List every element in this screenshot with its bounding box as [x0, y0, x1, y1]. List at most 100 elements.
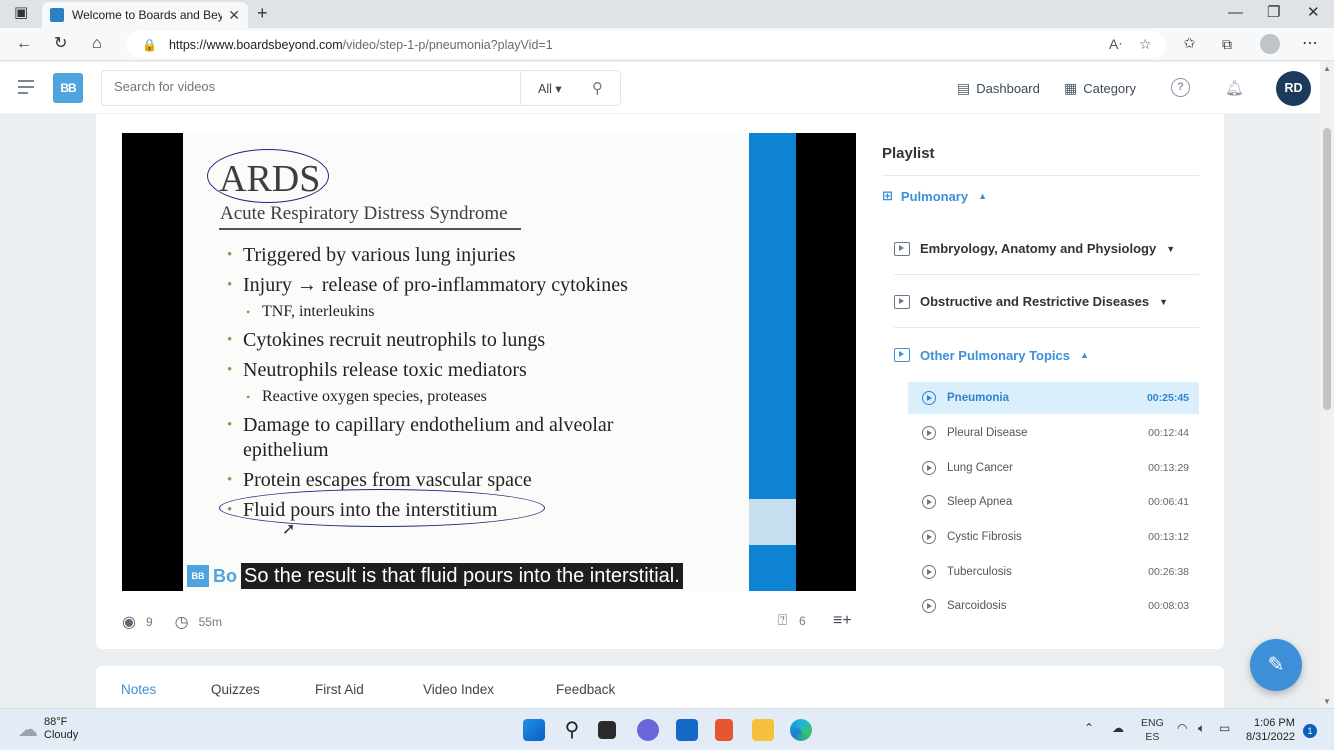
favorite-star-icon[interactable]: ☆ — [1139, 36, 1152, 53]
favicon-icon — [50, 8, 64, 22]
notification-bell-icon[interactable]: 🔔︎ — [1225, 79, 1244, 97]
playlist-video[interactable]: Cystic Fibrosis 00:13:12 — [908, 521, 1199, 553]
minimize-icon[interactable]: — — [1228, 5, 1243, 21]
url-host: https://www.boardsbeyond.com — [168, 37, 343, 52]
browser-tab[interactable]: Welcome to Boards and Beyond ✕ — [42, 2, 248, 28]
scroll-thumb[interactable] — [1323, 128, 1331, 410]
video-duration: 00:26:38 — [1148, 566, 1189, 578]
chat-icon[interactable] — [637, 719, 659, 741]
duration: ◷ 55m — [175, 612, 222, 632]
video-title: Cystic Fibrosis — [947, 531, 1022, 543]
scroll-up-icon[interactable]: ▲ — [1323, 64, 1331, 73]
playlist-video[interactable]: Sarcoidosis 00:08:03 — [908, 590, 1199, 622]
tab-notes[interactable]: Notes — [121, 682, 156, 697]
playlist-video[interactable]: Lung Cancer 00:13:29 — [908, 452, 1199, 484]
caption-text: So the result is that fluid pours into t… — [241, 563, 683, 589]
scroll-down-icon[interactable]: ▼ — [1323, 697, 1331, 706]
url-path: /video/step-1-p/pneumonia?playVid=1 — [342, 37, 553, 52]
maximize-icon[interactable]: ❐ — [1267, 5, 1280, 21]
questions-value: 6 — [799, 613, 806, 628]
collections-icon[interactable]: ⧉ — [1222, 35, 1232, 53]
dashboard-link[interactable]: ▤ Dashboard — [957, 80, 1040, 97]
tab-feedback[interactable]: Feedback — [556, 682, 615, 697]
read-aloud-icon[interactable]: Aᐧ — [1109, 36, 1122, 53]
start-icon[interactable] — [523, 719, 545, 741]
tab-first-aid[interactable]: First Aid — [315, 682, 364, 697]
task-view-icon[interactable] — [598, 721, 616, 739]
edge-browser-icon[interactable] — [790, 719, 812, 741]
tab-title: Welcome to Boards and Beyond — [72, 8, 223, 22]
video-stats: ◉ 9 ◷ 55m — [122, 612, 244, 632]
site-header: BB All ▾ ⚲ ▤ Dashboard ▦ Category ? 🔔︎ R… — [0, 62, 1320, 114]
help-icon[interactable]: ? — [1171, 78, 1190, 97]
playlist-section-active[interactable]: Other Pulmonary Topics ▲ — [894, 329, 1199, 381]
clock-time: 1:06 PM — [1253, 717, 1295, 729]
search-icon[interactable]: ⚲ — [561, 719, 583, 741]
tab-quizzes[interactable]: Quizzes — [211, 682, 260, 697]
video-duration: 00:13:29 — [1148, 462, 1189, 474]
menu-icon[interactable] — [18, 80, 34, 98]
volume-icon[interactable]: 🔈︎ — [1198, 721, 1205, 736]
playlist-video[interactable]: Sleep Apnea 00:06:41 — [908, 486, 1199, 518]
category-link[interactable]: ▦ Category — [1064, 80, 1136, 97]
store-icon[interactable] — [676, 719, 698, 741]
weather-condition: Cloudy — [44, 729, 79, 741]
section-label: Obstructive and Restrictive Diseases — [920, 294, 1150, 309]
weather-temp: 88°F — [44, 716, 68, 728]
avatar[interactable]: RD — [1276, 71, 1311, 106]
office-icon[interactable] — [715, 719, 733, 741]
wifi-icon[interactable]: ◠ — [1177, 721, 1187, 735]
system-clock[interactable]: 1:06 PM 8/31/2022 — [1246, 716, 1295, 744]
file-explorer-icon[interactable] — [752, 719, 774, 741]
refresh-icon[interactable]: ↻ — [54, 35, 67, 53]
caret-up-icon: ▲ — [978, 191, 988, 201]
eye-icon: ◉ — [122, 614, 136, 631]
address-field[interactable]: 🔒 https://www.boardsbeyond.com/video/ste… — [126, 31, 1166, 58]
playlist-section[interactable]: Obstructive and Restrictive Diseases ▼ — [894, 276, 1199, 328]
caption-logo: BB — [187, 565, 209, 587]
slide-bullet: Protein escapes from vascular space — [227, 468, 727, 493]
close-window-icon[interactable]: ✕ — [1307, 5, 1320, 21]
page-scrollbar[interactable]: ▲ ▼ — [1320, 62, 1334, 708]
tab-actions-icon[interactable]: ▣ — [14, 5, 28, 21]
language-indicator[interactable]: ENG ES — [1141, 716, 1164, 744]
playlist-video-selected[interactable]: Pneumonia 00:25:45 — [908, 382, 1199, 414]
questions-count[interactable]: ⍰ 6 — [778, 612, 806, 629]
playlist-video[interactable]: Pleural Disease 00:12:44 — [908, 417, 1199, 449]
tab-video-index[interactable]: Video Index — [423, 682, 494, 697]
notification-badge[interactable]: 1 — [1303, 724, 1317, 738]
back-icon[interactable]: ← — [16, 35, 32, 53]
add-to-playlist-icon[interactable]: ≡+ — [833, 612, 852, 630]
home-icon[interactable]: ⌂ — [92, 35, 102, 53]
playlist-topic-toggle[interactable]: ⊞ Pulmonary ▲ — [882, 188, 987, 204]
play-circle-icon — [922, 495, 936, 509]
region-code: ES — [1145, 731, 1160, 743]
weather-widget[interactable]: ☁ 88°F Cloudy — [18, 716, 78, 742]
close-tab-icon[interactable]: ✕ — [228, 7, 240, 24]
profile-icon[interactable] — [1260, 34, 1280, 54]
slide-accent-bar — [749, 133, 796, 591]
windows-taskbar: ☁ 88°F Cloudy ⚲ ⌃ ☁ ENG ES ◠ 🔈︎ ▭ 1:06 P… — [0, 708, 1334, 750]
divider — [520, 71, 521, 105]
search-filter-dropdown[interactable]: All ▾ — [538, 81, 562, 96]
search-icon[interactable]: ⚲ — [592, 79, 603, 97]
notes-fab-button[interactable]: ✎ — [1250, 639, 1302, 691]
onedrive-icon[interactable]: ☁ — [1112, 721, 1124, 735]
tray-chevron-icon[interactable]: ⌃ — [1084, 721, 1094, 735]
favorites-icon[interactable]: ✩ — [1183, 35, 1196, 53]
search-input[interactable] — [114, 79, 504, 94]
slide-sub-bullet: TNF, interleukins — [227, 302, 727, 322]
slide-bullet: Injury → release of pro-inflammatory cyt… — [227, 273, 727, 298]
new-tab-icon[interactable]: + — [257, 4, 268, 22]
playlist-video[interactable]: Tuberculosis 00:26:38 — [908, 556, 1199, 588]
slide-sub-bullet: Reactive oxygen species, proteases — [227, 387, 727, 407]
language-code: ENG — [1141, 717, 1164, 729]
section-label: Other Pulmonary Topics — [920, 347, 1071, 363]
more-options-icon[interactable]: ⋯ — [1302, 35, 1318, 53]
boards-beyond-logo[interactable]: BB — [53, 73, 83, 103]
playlist-section[interactable]: Embryology, Anatomy and Physiology ▼ — [894, 223, 1199, 275]
video-title: Sarcoidosis — [947, 600, 1007, 612]
video-player[interactable]: ARDS Acute Respiratory Distress Syndrome… — [122, 133, 856, 591]
battery-icon[interactable]: ▭ — [1219, 721, 1230, 735]
video-title: Tuberculosis — [947, 566, 1012, 578]
